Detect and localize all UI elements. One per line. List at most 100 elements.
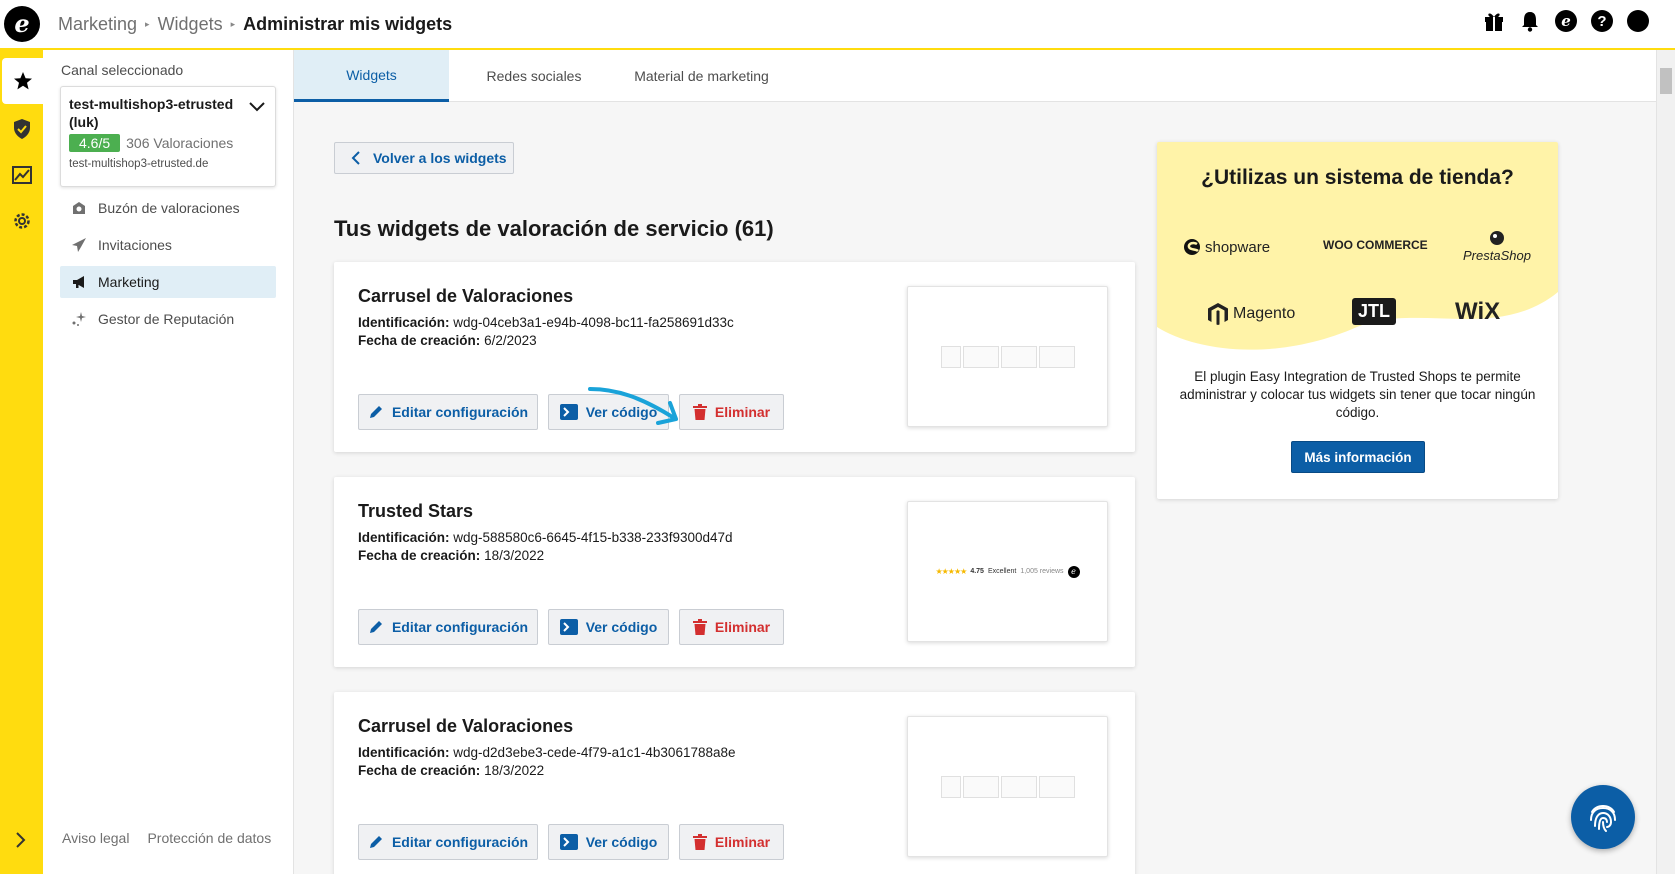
gift-icon[interactable] xyxy=(1483,10,1505,32)
woocommerce-logo-text: WOO COMMERCE xyxy=(1323,238,1428,252)
privacy-fingerprint-button[interactable] xyxy=(1571,785,1635,849)
tab-social-networks[interactable]: Redes sociales xyxy=(449,50,619,102)
rail-settings-icon[interactable] xyxy=(0,198,43,244)
delete-label: Eliminar xyxy=(714,834,771,850)
scrollbar[interactable] xyxy=(1656,50,1675,874)
sidebar-item-label: Marketing xyxy=(98,274,160,290)
back-to-widgets-button[interactable]: Volver a los widgets xyxy=(334,142,514,174)
megaphone-icon xyxy=(70,273,88,291)
code-label: Ver código xyxy=(585,834,658,850)
expand-sidebar-icon[interactable] xyxy=(10,830,30,853)
shopware-logo-text: shopware xyxy=(1205,238,1271,256)
stars-preview-image: ★★★★★ 4.75 Excellent 1,005 reviews e xyxy=(935,565,1080,578)
widget-meta: Identificación: wdg-588580c6-6645-4f15-b… xyxy=(358,529,733,565)
wix-logo-text: WiX xyxy=(1455,298,1501,325)
promo-title: ¿Utilizas un sistema de tienda? xyxy=(1201,166,1514,189)
trusted-shops-icon[interactable]: e xyxy=(1555,10,1577,32)
chevron-down-icon[interactable] xyxy=(249,99,265,115)
widget-preview: ★★★★★ 4.75 Excellent 1,005 reviews e xyxy=(907,501,1108,642)
delete-button[interactable]: Eliminar xyxy=(679,609,784,645)
delete-label: Eliminar xyxy=(714,404,771,420)
code-label: Ver código xyxy=(585,404,658,420)
view-code-button[interactable]: Ver código xyxy=(548,609,669,645)
pencil-icon xyxy=(369,406,382,418)
legal-link[interactable]: Aviso legal xyxy=(62,830,129,846)
rail-shield-icon[interactable] xyxy=(0,106,43,152)
channel-url: test-multishop3-etrusted.de xyxy=(69,158,209,170)
back-button-label: Volver a los widgets xyxy=(373,150,507,166)
jtl-logo: JTL xyxy=(1352,298,1397,325)
breadcrumb-separator-icon: ▸ xyxy=(145,18,150,29)
rail-star-icon[interactable] xyxy=(2,58,43,104)
widget-id-label: Identificación: xyxy=(358,315,450,330)
more-info-button[interactable]: Más información xyxy=(1291,441,1425,473)
widget-preview xyxy=(907,286,1108,427)
widget-card: Carrusel de Valoraciones Identificación:… xyxy=(334,692,1135,874)
view-code-button[interactable]: Ver código xyxy=(548,394,669,430)
carousel-preview-image xyxy=(940,775,1075,798)
edit-configuration-button[interactable]: Editar configuración xyxy=(358,824,538,860)
widget-title: Carrusel de Valoraciones xyxy=(358,716,574,736)
carousel-preview-image xyxy=(940,345,1075,368)
widget-card: Carrusel de Valoraciones Identificación:… xyxy=(334,262,1135,452)
prestashop-logo-text: PrestaShop xyxy=(1463,248,1531,263)
trusted-shops-logo[interactable]: e xyxy=(4,6,40,42)
page-title: Administrar mis widgets xyxy=(243,13,453,34)
rail-analytics-icon[interactable] xyxy=(0,152,43,198)
terminal-icon xyxy=(559,834,578,850)
edit-configuration-button[interactable]: Editar configuración xyxy=(358,609,538,645)
widget-title: Carrusel de Valoraciones xyxy=(358,286,574,306)
widget-id: wdg-d2d3ebe3-cede-4f79-a1c1-4b3061788a8e xyxy=(453,745,736,760)
top-bar: e Marketing ▸ Widgets ▸ Administrar mis … xyxy=(0,0,1675,50)
jtl-logo-text: JTL xyxy=(1358,301,1391,321)
stars-preview-reviews: 1,005 reviews xyxy=(1020,568,1064,575)
help-icon[interactable]: ? xyxy=(1591,10,1613,32)
widget-id: wdg-588580c6-6645-4f15-b338-233f9300d47d xyxy=(453,530,733,545)
breadcrumb: Marketing ▸ Widgets ▸ Administrar mis wi… xyxy=(58,14,452,35)
prestashop-logo: PrestaShop xyxy=(1463,230,1531,263)
sidebar-item-label: Buzón de valoraciones xyxy=(98,200,240,216)
widget-date-label: Fecha de creación: xyxy=(358,548,481,563)
view-code-button[interactable]: Ver código xyxy=(548,824,669,860)
sidebar-item-reputation[interactable]: Gestor de Reputación xyxy=(60,303,276,335)
bell-icon[interactable] xyxy=(1519,10,1541,32)
tab-widgets[interactable]: Widgets xyxy=(294,50,449,102)
tab-marketing-material[interactable]: Material de marketing xyxy=(614,50,789,102)
tab-bar: Widgets Redes sociales Material de marke… xyxy=(294,50,1656,102)
breadcrumb-marketing[interactable]: Marketing xyxy=(58,14,137,35)
breadcrumb-separator-icon: ▸ xyxy=(230,18,236,29)
stars-preview-label: Excellent xyxy=(987,568,1017,575)
reviews-count: 306 Valoraciones xyxy=(126,135,234,151)
app-rail xyxy=(0,50,43,874)
shopware-logo: shopware xyxy=(1183,238,1270,256)
sidebar-item-inbox[interactable]: Buzón de valoraciones xyxy=(60,192,276,224)
rating-badge: 4.6/5 xyxy=(69,134,121,152)
inbox-icon xyxy=(70,199,88,217)
widget-date-label: Fecha de creación: xyxy=(358,333,481,348)
breadcrumb-widgets[interactable]: Widgets xyxy=(158,14,223,35)
widget-meta: Identificación: wdg-04ceb3a1-e94b-4098-b… xyxy=(358,314,734,350)
trash-icon xyxy=(692,619,707,635)
section-title: Tus widgets de valoración de servicio (6… xyxy=(334,216,774,241)
widget-id-label: Identificación: xyxy=(358,530,450,545)
widget-date-label: Fecha de creación: xyxy=(358,763,481,778)
edit-configuration-button[interactable]: Editar configuración xyxy=(358,394,538,430)
sidebar-item-invitations[interactable]: Invitaciones xyxy=(60,229,276,261)
sidebar-item-marketing[interactable]: Marketing xyxy=(60,266,276,298)
shop-system-promo: ¿Utilizas un sistema de tienda? shopware… xyxy=(1157,142,1558,499)
delete-button[interactable]: Eliminar xyxy=(679,394,784,430)
pencil-icon xyxy=(369,836,382,848)
scrollbar-thumb[interactable] xyxy=(1660,68,1672,94)
sidebar-item-label: Gestor de Reputación xyxy=(98,311,235,327)
user-icon[interactable] xyxy=(1627,10,1649,32)
edit-label: Editar configuración xyxy=(391,619,529,635)
delete-button[interactable]: Eliminar xyxy=(679,824,784,860)
privacy-link[interactable]: Protección de datos xyxy=(147,830,271,846)
magento-logo-text: Magento xyxy=(1233,305,1296,322)
widget-preview xyxy=(907,716,1108,857)
channel-selector[interactable]: test-multishop3-etrusted (luk) 4.6/5 306… xyxy=(60,86,276,187)
chevron-left-icon xyxy=(351,151,360,165)
woocommerce-logo: WOO COMMERCE xyxy=(1323,238,1428,252)
widget-date: 18/3/2022 xyxy=(484,548,545,563)
sidebar-item-label: Invitaciones xyxy=(98,237,172,253)
